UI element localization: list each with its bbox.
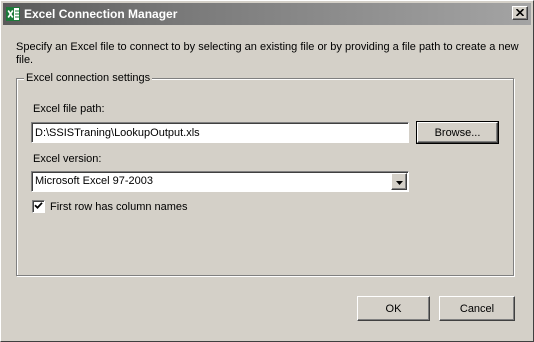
browse-button[interactable]: Browse... [417, 122, 498, 143]
first-row-checkbox[interactable] [32, 200, 45, 213]
close-button[interactable] [512, 6, 528, 20]
close-icon [515, 7, 525, 19]
window-title: Excel Connection Manager [24, 7, 178, 21]
excel-version-select[interactable]: Microsoft Excel 97-2003 [31, 171, 409, 192]
excel-connection-manager-dialog: Excel Connection Manager Specify an Exce… [0, 0, 534, 342]
excel-version-label: Excel version: [33, 153, 102, 165]
excel-version-value: Microsoft Excel 97-2003 [35, 175, 153, 187]
group-legend: Excel connection settings [24, 72, 153, 84]
chevron-down-icon [395, 176, 403, 188]
file-path-label: Excel file path: [33, 103, 105, 115]
first-row-label: First row has column names [50, 201, 188, 213]
cancel-button[interactable]: Cancel [439, 296, 515, 321]
excel-icon [6, 7, 20, 21]
dropdown-button[interactable] [391, 173, 407, 190]
dialog-description: Specify an Excel file to connect to by s… [16, 41, 519, 66]
checkmark-icon [34, 201, 43, 213]
ok-button[interactable]: OK [357, 296, 430, 321]
title-bar[interactable]: Excel Connection Manager [3, 3, 531, 25]
file-path-input[interactable] [31, 122, 409, 143]
